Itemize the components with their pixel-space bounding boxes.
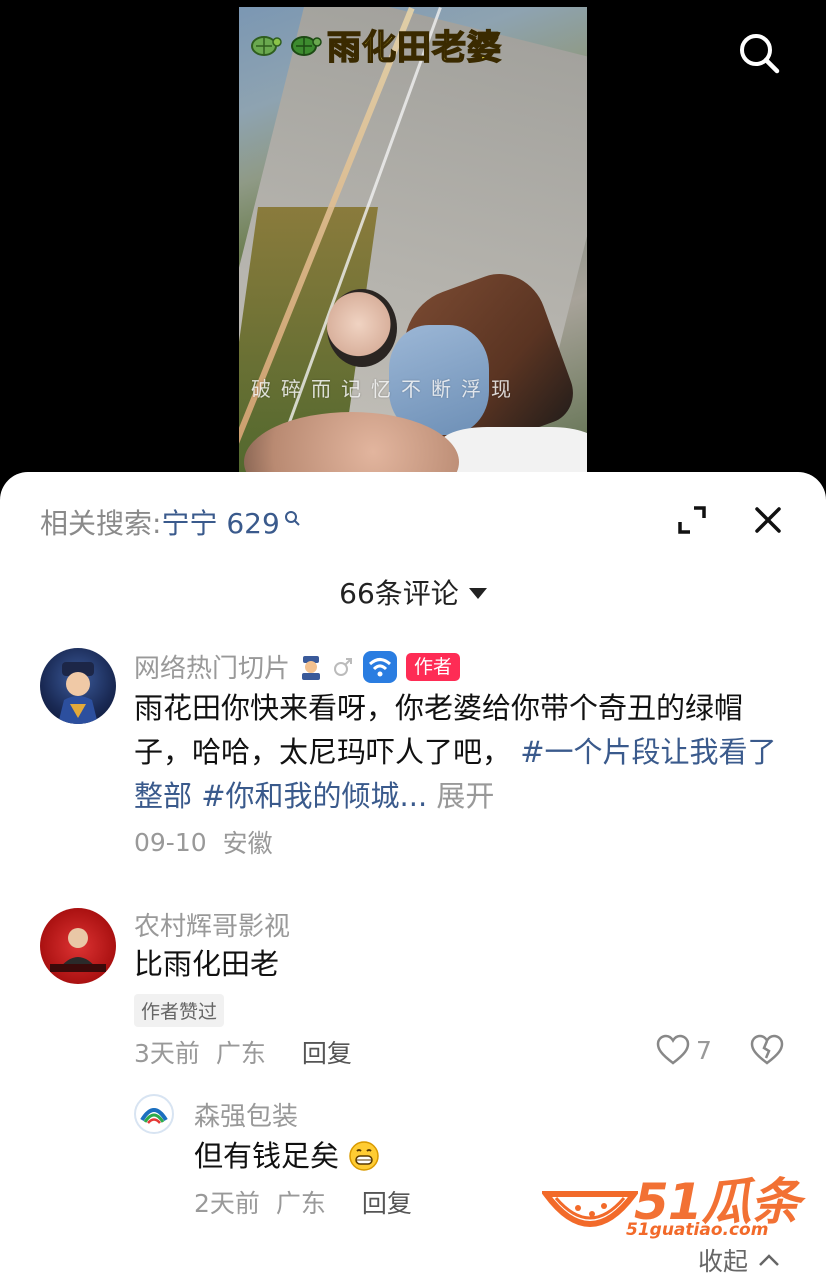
related-search-query: 宁宁 629 — [161, 507, 280, 540]
avatar[interactable] — [40, 908, 116, 984]
comment-text: 但有钱足矣 — [194, 1134, 380, 1178]
reply-button[interactable]: 回复 — [302, 1034, 352, 1070]
comment-meta: 2天前 广东 回复 — [194, 1184, 412, 1220]
comment-time: 3天前 — [134, 1039, 200, 1068]
comment-username[interactable]: 网络热门切片 作者 — [134, 648, 461, 685]
video-lyric-overlay: 破碎而记忆不断浮现 — [251, 377, 521, 401]
expand-button[interactable] — [674, 502, 710, 538]
video-title-text: 雨化田老婆 — [326, 27, 502, 69]
related-search-label: 相关搜索: — [40, 507, 162, 540]
related-search-link[interactable]: 宁宁 629 — [161, 502, 300, 542]
search-button[interactable] — [734, 28, 784, 78]
chevron-up-icon — [759, 1254, 779, 1266]
comment-sheet: 相关搜索: 宁宁 629 66条评论 网络热门切片 作者 雨花田你快来看呀，你老… — [0, 472, 826, 1280]
turtle-icon — [247, 27, 283, 61]
watermelon-icon — [542, 1191, 638, 1227]
comment-meta: 3天前 广东 回复 — [134, 1034, 352, 1070]
grin-emoji-icon — [349, 1141, 379, 1171]
like-count: 7 — [696, 1035, 712, 1065]
comment-meta: 09-10 安徽 — [134, 824, 273, 860]
like-button[interactable]: 7 — [656, 1034, 712, 1066]
video-area[interactable]: 雨化田老婆 破碎而记忆不断浮现 — [0, 0, 826, 472]
comment-username[interactable]: 农村辉哥影视 — [134, 906, 290, 943]
broken-heart-icon — [750, 1034, 784, 1065]
male-icon — [334, 657, 353, 676]
small-search-icon — [284, 511, 300, 526]
hashtag-link[interactable]: #你和我的倾城... — [201, 779, 427, 813]
comment-location: 安徽 — [222, 829, 273, 858]
video-white-shirt — [439, 427, 587, 472]
username-text: 网络热门切片 — [134, 654, 291, 684]
close-icon — [755, 507, 781, 533]
wifi-icon — [363, 650, 398, 683]
reply-button[interactable]: 回复 — [362, 1184, 412, 1220]
caret-down-icon — [468, 587, 487, 599]
dislike-button[interactable] — [750, 1034, 784, 1070]
video-title: 雨化田老婆 — [247, 21, 502, 69]
video-person-face — [327, 289, 397, 367]
turtle-icon — [287, 27, 323, 61]
comment-count-selector[interactable]: 66条评论 — [0, 572, 826, 612]
comment-username[interactable]: 森强包装 — [194, 1096, 298, 1133]
comment-text-body: 但有钱足矣 — [194, 1139, 340, 1173]
watermark-logo: 51瓜条 51guatiao.com — [542, 1160, 802, 1252]
comment-location: 广东 — [275, 1189, 326, 1218]
police-emoji-icon — [302, 655, 321, 680]
comment-text: 比雨化田老 — [134, 947, 280, 981]
author-badge: 作者 — [406, 652, 461, 681]
username-text: 森强包装 — [194, 1102, 299, 1132]
expand-icon — [678, 506, 706, 534]
expand-comment-link[interactable]: 展开 — [436, 779, 494, 813]
comment-date: 09-10 — [134, 827, 207, 857]
comment-time: 2天前 — [194, 1189, 260, 1218]
video-frame[interactable]: 雨化田老婆 破碎而记忆不断浮现 — [239, 7, 587, 472]
avatar[interactable] — [40, 648, 116, 724]
username-text: 农村辉哥影视 — [134, 912, 291, 942]
collapse-replies-button[interactable]: 收起 — [698, 1242, 780, 1278]
comment-location: 广东 — [215, 1039, 266, 1068]
search-icon — [740, 34, 780, 74]
watermark-url: 51guatiao.com — [626, 1220, 769, 1240]
collapse-label: 收起 — [698, 1247, 749, 1276]
related-search: 相关搜索: 宁宁 629 — [40, 502, 300, 542]
author-liked-badge: 作者赞过 — [134, 994, 225, 1027]
avatar[interactable] — [134, 1094, 174, 1134]
close-button[interactable] — [750, 502, 786, 538]
heart-icon — [656, 1034, 690, 1065]
comment-text: 雨花田你快来看呀，你老婆给你带个奇丑的绿帽子，哈哈，太尼玛吓人了吧， #一个片段… — [134, 686, 794, 818]
comment-count: 66条评论 — [339, 577, 459, 610]
